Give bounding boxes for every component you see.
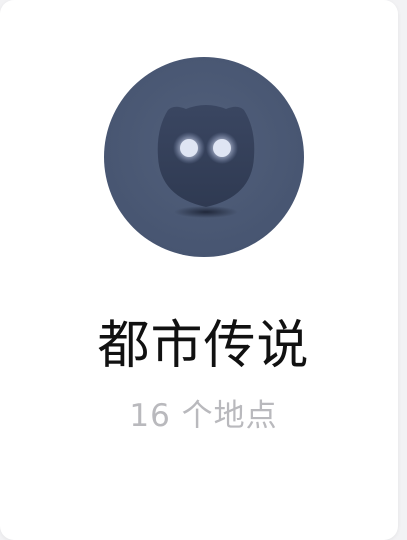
owl-ghost-icon (104, 57, 304, 257)
location-count-number: 16 (129, 398, 171, 434)
location-count-suffix: 个地点 (181, 398, 278, 434)
location-count: 16 个地点 (0, 396, 407, 436)
category-card[interactable]: 都市传说 16 个地点 (0, 0, 398, 540)
card-title: 都市传说 (97, 316, 310, 376)
